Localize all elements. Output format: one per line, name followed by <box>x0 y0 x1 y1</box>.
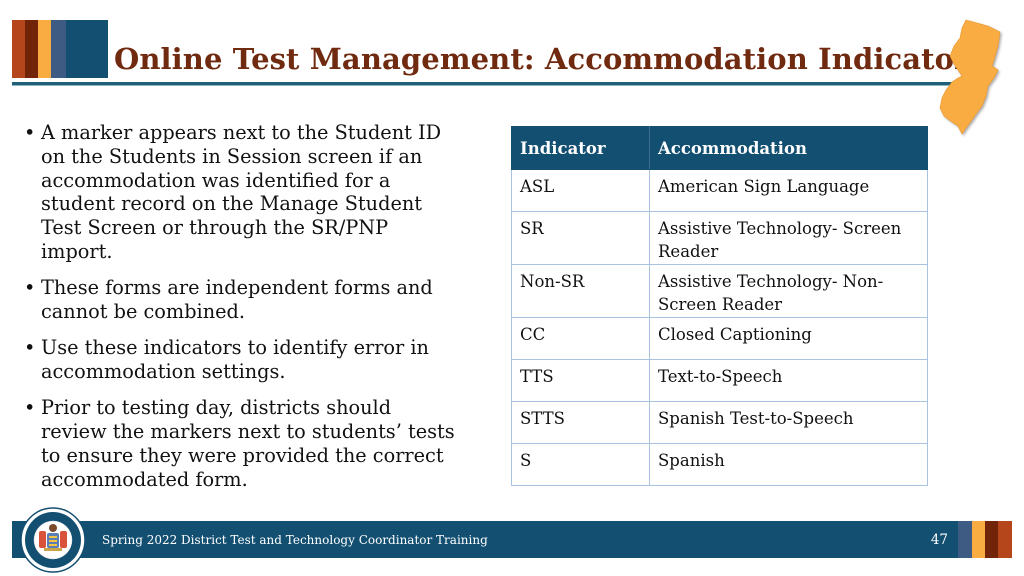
bullet-marker: • <box>24 336 36 360</box>
accommodation-cell: American Sign Language <box>649 169 928 212</box>
nj-department-of-education-seal-icon <box>20 507 86 573</box>
table-row: STTS Spanish Test-to-Speech <box>511 401 928 444</box>
title-underline-highlight <box>12 85 960 86</box>
indicator-cell: S <box>511 443 650 486</box>
bullet-item: • A marker appears next to the Student ID… <box>22 121 462 264</box>
footer-stripe-slate <box>958 521 972 558</box>
stripe-slate <box>51 20 66 78</box>
indicator-cell: TTS <box>511 359 650 402</box>
page-number: 47 <box>930 532 948 548</box>
table-row: S Spanish <box>511 443 928 486</box>
slide-title: Online Test Management: Accommodation In… <box>114 42 986 76</box>
table-row: TTS Text-to-Speech <box>511 359 928 402</box>
bullet-text: Prior to testing day, districts should r… <box>41 396 455 491</box>
bullet-marker: • <box>24 276 36 300</box>
accommodation-indicator-table: Indicator Accommodation ASL American Sig… <box>511 126 928 486</box>
table-row: ASL American Sign Language <box>511 169 928 212</box>
footer-text: Spring 2022 District Test and Technology… <box>102 533 488 547</box>
bullet-marker: • <box>24 396 36 420</box>
indicator-cell: Non-SR <box>511 264 650 318</box>
accommodation-cell: Spanish <box>649 443 928 486</box>
indicator-cell: CC <box>511 317 650 360</box>
accommodation-cell: Text-to-Speech <box>649 359 928 402</box>
table-header-row: Indicator Accommodation <box>511 126 928 170</box>
slide-footer: Spring 2022 District Test and Technology… <box>12 521 1012 558</box>
indicator-cell: SR <box>511 211 650 265</box>
accommodation-cell: Closed Captioning <box>649 317 928 360</box>
bullet-text: A marker appears next to the Student ID … <box>41 121 442 263</box>
footer-bar: Spring 2022 District Test and Technology… <box>12 521 958 558</box>
footer-stripe-brown <box>985 521 998 558</box>
table-row: Non-SR Assistive Technology- Non-Screen … <box>511 264 928 318</box>
accommodation-cell: Spanish Test-to-Speech <box>649 401 928 444</box>
indicator-cell: ASL <box>511 169 650 212</box>
bullet-item: • Prior to testing day, districts should … <box>22 396 462 491</box>
footer-stripe-orange <box>998 521 1012 558</box>
stripe-amber <box>38 20 51 78</box>
bullet-list: • A marker appears next to the Student ID… <box>22 121 462 504</box>
bullet-marker: • <box>24 121 36 144</box>
stripe-brown <box>25 20 38 78</box>
bullet-text: These forms are independent forms and ca… <box>41 276 433 324</box>
indicator-cell: STTS <box>511 401 650 444</box>
column-header-indicator: Indicator <box>511 126 650 170</box>
table-row: SR Assistive Technology- Screen Reader <box>511 211 928 265</box>
column-header-accommodation: Accommodation <box>649 126 928 170</box>
accommodation-cell: Assistive Technology- Non-Screen Reader <box>649 264 928 318</box>
bullet-text: Use these indicators to identify error i… <box>41 336 429 384</box>
bullet-item: • Use these indicators to identify error … <box>22 336 462 384</box>
new-jersey-map-icon <box>939 19 1001 135</box>
stripe-orange <box>12 20 25 78</box>
bullet-item: • These forms are independent forms and c… <box>22 276 462 324</box>
header-color-stripes <box>12 20 108 78</box>
table-row: CC Closed Captioning <box>511 317 928 360</box>
footer-stripe-amber <box>972 521 985 558</box>
accommodation-cell: Assistive Technology- Screen Reader <box>649 211 928 265</box>
stripe-navy <box>66 20 108 78</box>
